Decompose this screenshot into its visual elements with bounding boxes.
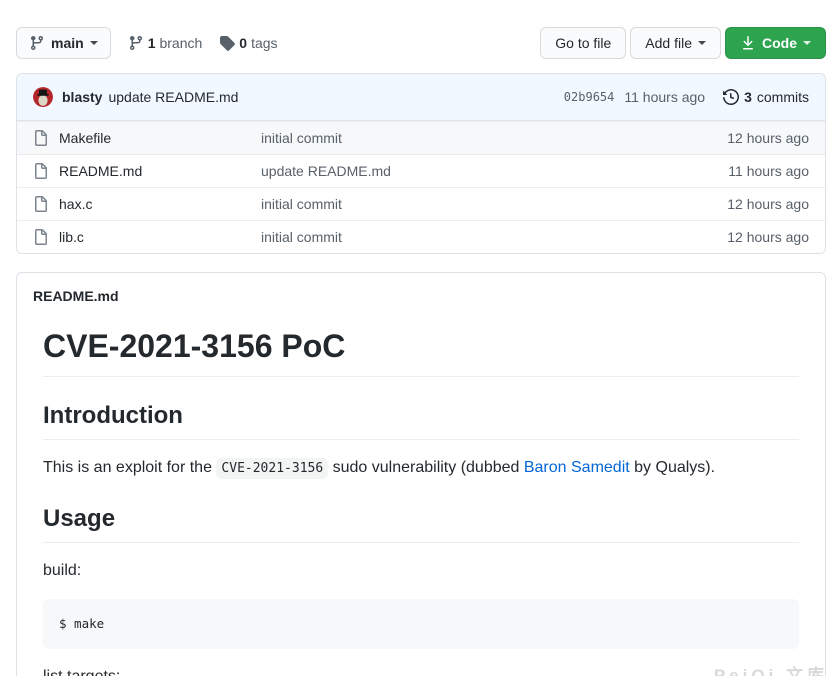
chevron-down-icon: [698, 41, 706, 45]
intro-text: sudo vulnerability (dubbed: [328, 459, 524, 476]
download-icon: [740, 35, 756, 51]
intro-paragraph: This is an exploit for the CVE-2021-3156…: [43, 456, 799, 480]
commit-meta: 02b9654 11 hours ago 3 commits: [564, 89, 809, 105]
branches-link[interactable]: 1 branch: [128, 35, 203, 51]
add-file-label: Add file: [645, 33, 692, 53]
latest-commit-bar: blasty update README.md 02b9654 11 hours…: [17, 74, 825, 121]
file-icon: [33, 196, 49, 212]
file-commit-message[interactable]: initial commit: [261, 196, 727, 212]
file-link[interactable]: Makefile: [59, 130, 261, 146]
tag-icon: [219, 35, 235, 51]
code-label: Code: [762, 33, 797, 53]
tag-count-label: tags: [251, 35, 277, 51]
table-row: hax.c initial commit 12 hours ago: [17, 187, 825, 220]
file-icon: [33, 163, 49, 179]
toolbar-right: Go to file Add file Code: [540, 27, 826, 59]
file-link[interactable]: README.md: [59, 163, 261, 179]
branch-count-label: branch: [159, 35, 202, 51]
file-icon: [33, 229, 49, 245]
file-commit-message[interactable]: initial commit: [261, 229, 727, 245]
commit-author-link[interactable]: blasty: [62, 89, 102, 105]
author-avatar-image: [33, 87, 53, 107]
readme-panel: README.md CVE-2021-3156 PoC Introduction…: [16, 272, 826, 676]
tag-count: 0: [239, 35, 247, 51]
cve-inline-code: CVE-2021-3156: [216, 458, 328, 479]
avatar[interactable]: [33, 87, 53, 107]
intro-text: by Qualys).: [630, 459, 715, 476]
chevron-down-icon: [90, 41, 98, 45]
file-commit-message[interactable]: update README.md: [261, 163, 728, 179]
code-button[interactable]: Code: [725, 27, 826, 59]
file-link[interactable]: hax.c: [59, 196, 261, 212]
commits-count: 3: [744, 89, 752, 105]
current-branch-label: main: [51, 33, 84, 53]
git-branch-icon: [29, 35, 45, 51]
readme-title: CVE-2021-3156 PoC: [43, 326, 799, 377]
commit-sha-link[interactable]: 02b9654: [564, 90, 615, 104]
commit-time: 11 hours ago: [624, 89, 705, 105]
chevron-down-icon: [803, 41, 811, 45]
readme-content: CVE-2021-3156 PoC Introduction This is a…: [17, 304, 825, 676]
file-commit-time[interactable]: 12 hours ago: [727, 229, 809, 245]
file-icon: [33, 130, 49, 146]
file-commit-time[interactable]: 12 hours ago: [727, 196, 809, 212]
usage-heading: Usage: [43, 504, 799, 543]
go-to-file-button[interactable]: Go to file: [540, 27, 626, 59]
file-commit-time[interactable]: 12 hours ago: [727, 130, 809, 146]
repo-toolbar: main 1 branch 0 tags Go to file: [16, 27, 826, 59]
table-row: lib.c initial commit 12 hours ago: [17, 220, 825, 253]
build-label: build:: [43, 559, 799, 583]
go-to-file-label: Go to file: [555, 33, 611, 53]
file-commit-message[interactable]: initial commit: [261, 130, 727, 146]
branch-selector-button[interactable]: main: [16, 27, 111, 59]
history-icon: [723, 89, 739, 105]
intro-heading: Introduction: [43, 401, 799, 440]
repo-page: main 1 branch 0 tags Go to file: [16, 27, 826, 676]
branch-count: 1: [148, 35, 156, 51]
file-link[interactable]: lib.c: [59, 229, 261, 245]
build-code-block: $ make: [43, 599, 799, 649]
git-branch-icon: [128, 35, 144, 51]
add-file-button[interactable]: Add file: [630, 27, 721, 59]
intro-text: This is an exploit for the: [43, 459, 216, 476]
table-row: Makefile initial commit 12 hours ago: [17, 121, 825, 154]
readme-header: README.md: [17, 273, 825, 304]
table-row: README.md update README.md 11 hours ago: [17, 154, 825, 187]
list-targets-label: list targets:: [43, 665, 799, 676]
commits-count-label: commits: [757, 89, 809, 105]
commit-message-link[interactable]: update README.md: [108, 89, 238, 105]
file-browser: blasty update README.md 02b9654 11 hours…: [16, 73, 826, 254]
repo-counts: 1 branch 0 tags: [128, 35, 278, 51]
file-commit-time[interactable]: 11 hours ago: [728, 163, 809, 179]
toolbar-left: main 1 branch 0 tags: [16, 27, 278, 59]
baron-samedit-link[interactable]: Baron Samedit: [524, 459, 630, 476]
tags-link[interactable]: 0 tags: [219, 35, 277, 51]
commit-history-link[interactable]: 3 commits: [723, 89, 809, 105]
